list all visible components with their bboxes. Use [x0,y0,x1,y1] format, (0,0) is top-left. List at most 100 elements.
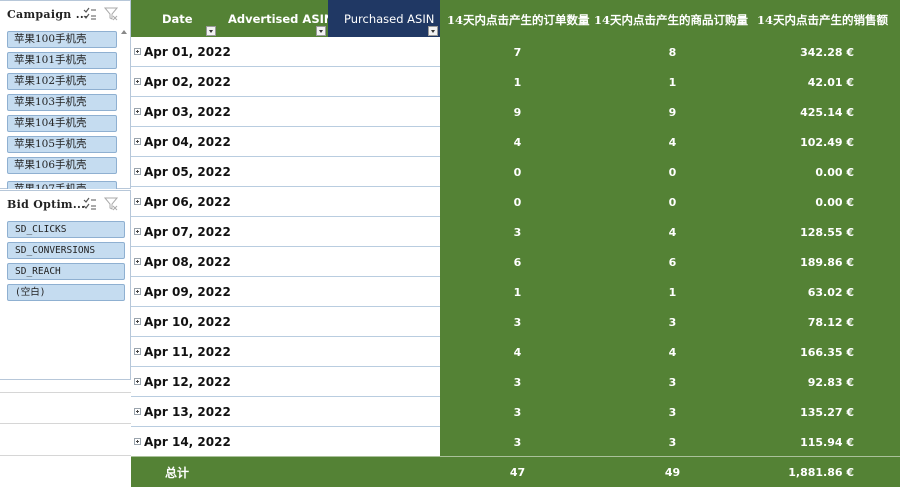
header-sales: 14天内点击产生的销售额 [757,13,889,27]
table-row: Apr 06, 2022 0 0 0.00 € [131,187,900,217]
sales-cell: 189.86 € [800,256,854,269]
slicer-header: Campaign ... [0,1,130,27]
sales-cell: 115.94 € [800,436,854,449]
orders-cell: 3 [513,226,522,239]
slicer-item[interactable]: 苹果102手机壳 [7,73,117,90]
expand-icon[interactable] [134,108,141,115]
row-label-area: Apr 11, 2022 [131,337,440,367]
table-row: Apr 12, 2022 3 3 92.83 € [131,367,900,397]
expand-icon[interactable] [134,318,141,325]
expand-icon[interactable] [134,258,141,265]
orders-cell: 4 [513,136,522,149]
sales-cell: 78.12 € [807,316,854,329]
sales-cell: 128.55 € [800,226,854,239]
units-cell: 4 [668,346,677,359]
row-date: Apr 06, 2022 [144,195,231,209]
slicer-item[interactable]: 苹果106手机壳 [7,157,117,174]
expand-icon[interactable] [134,408,141,415]
expand-icon[interactable] [134,138,141,145]
header-purchased-asin-cell: Purchased ASIN [328,0,440,37]
sales-cell: 92.83 € [807,376,854,389]
slicer-item[interactable]: (空白) [7,284,125,301]
slicer-item[interactable]: 苹果107手机壳 [7,181,117,189]
expand-icon[interactable] [134,168,141,175]
expand-icon[interactable] [134,438,141,445]
row-label-area: Apr 12, 2022 [131,367,440,397]
units-cell: 4 [668,136,677,149]
row-label-area: Apr 04, 2022 [131,127,440,157]
slicer-item[interactable]: 苹果101手机壳 [7,52,117,69]
table-row: Apr 04, 2022 4 4 102.49 € [131,127,900,157]
sales-cell: 135.27 € [800,406,854,419]
units-cell: 1 [668,286,677,299]
row-label-area: Apr 05, 2022 [131,157,440,187]
expand-icon[interactable] [134,288,141,295]
slicer-item[interactable]: 苹果103手机壳 [7,94,117,111]
clear-filter-icon[interactable] [103,196,119,211]
sales-cell: 342.28 € [800,46,854,59]
grand-total-label: 总计 [165,466,190,480]
slicer-item[interactable]: 苹果105手机壳 [7,136,117,153]
header-date: Date [162,12,193,26]
header-date-advertised: Date Advertised ASIN [131,0,334,37]
orders-cell: 1 [513,286,522,299]
expand-icon[interactable] [134,198,141,205]
expand-icon[interactable] [134,378,141,385]
purchased-asin-filter-dropdown[interactable] [428,26,438,36]
slicer-item[interactable]: SD_CLICKS [7,221,125,238]
orders-cell: 7 [513,46,522,59]
units-cell: 3 [668,436,677,449]
row-label-area: Apr 10, 2022 [131,307,440,337]
sales-cell: 102.49 € [800,136,854,149]
expand-icon[interactable] [134,228,141,235]
orders-cell: 1 [513,76,522,89]
header-advertised-asin: Advertised ASIN [228,12,334,26]
slicer-item[interactable]: SD_CONVERSIONS [7,242,125,259]
slicer-title: Bid Optim... [7,198,86,211]
expand-icon[interactable] [134,78,141,85]
sales-cell: 0.00 € [815,196,854,209]
units-cell: 9 [668,106,677,119]
multi-select-icon[interactable] [83,196,97,210]
row-date: Apr 02, 2022 [144,75,231,89]
expand-icon[interactable] [134,48,141,55]
sales-cell: 166.35 € [800,346,854,359]
sales-cell: 42.01 € [807,76,854,89]
row-label-area: Apr 02, 2022 [131,67,440,97]
orders-cell: 6 [513,256,522,269]
advertised-asin-filter-dropdown[interactable] [316,26,326,36]
table-row: Apr 02, 2022 1 1 42.01 € [131,67,900,97]
orders-cell: 3 [513,376,522,389]
units-cell: 3 [668,316,677,329]
row-date: Apr 14, 2022 [144,435,231,449]
slicer-item-partial[interactable]: 苹果107手机壳 [7,181,117,189]
units-cell: 1 [668,76,677,89]
row-label-area: Apr 13, 2022 [131,397,440,427]
row-label-area: Apr 09, 2022 [131,277,440,307]
table-row: Apr 09, 2022 1 1 63.02 € [131,277,900,307]
campaign-slicer: Campaign ... 苹果100手机壳 苹果101手机壳 苹果102手机壳 … [0,0,131,189]
slicer-item[interactable]: 苹果100手机壳 [7,31,117,48]
clear-filter-icon[interactable] [103,6,119,21]
row-date: Apr 10, 2022 [144,315,231,329]
header-row: Date Advertised ASIN Purchased ASIN 14天内… [131,0,900,37]
slicer-header: Bid Optim... [0,191,130,217]
row-date: Apr 08, 2022 [144,255,231,269]
row-date: Apr 13, 2022 [144,405,231,419]
units-cell: 4 [668,226,677,239]
sales-cell: 0.00 € [815,166,854,179]
row-label-area: Apr 03, 2022 [131,97,440,127]
units-cell: 0 [668,166,677,179]
header-orders: 14天内点击产生的订单数量 [447,13,590,27]
grid-line [0,455,131,456]
slicer-item[interactable]: SD_REACH [7,263,125,280]
scroll-up-icon[interactable] [121,30,127,34]
multi-select-icon[interactable] [83,6,97,20]
orders-cell: 3 [513,436,522,449]
date-filter-dropdown[interactable] [206,26,216,36]
header-purchased-asin: Purchased ASIN [344,12,435,26]
slicer-item[interactable]: 苹果104手机壳 [7,115,117,132]
expand-icon[interactable] [134,348,141,355]
row-date: Apr 04, 2022 [144,135,231,149]
table-row: Apr 05, 2022 0 0 0.00 € [131,157,900,187]
